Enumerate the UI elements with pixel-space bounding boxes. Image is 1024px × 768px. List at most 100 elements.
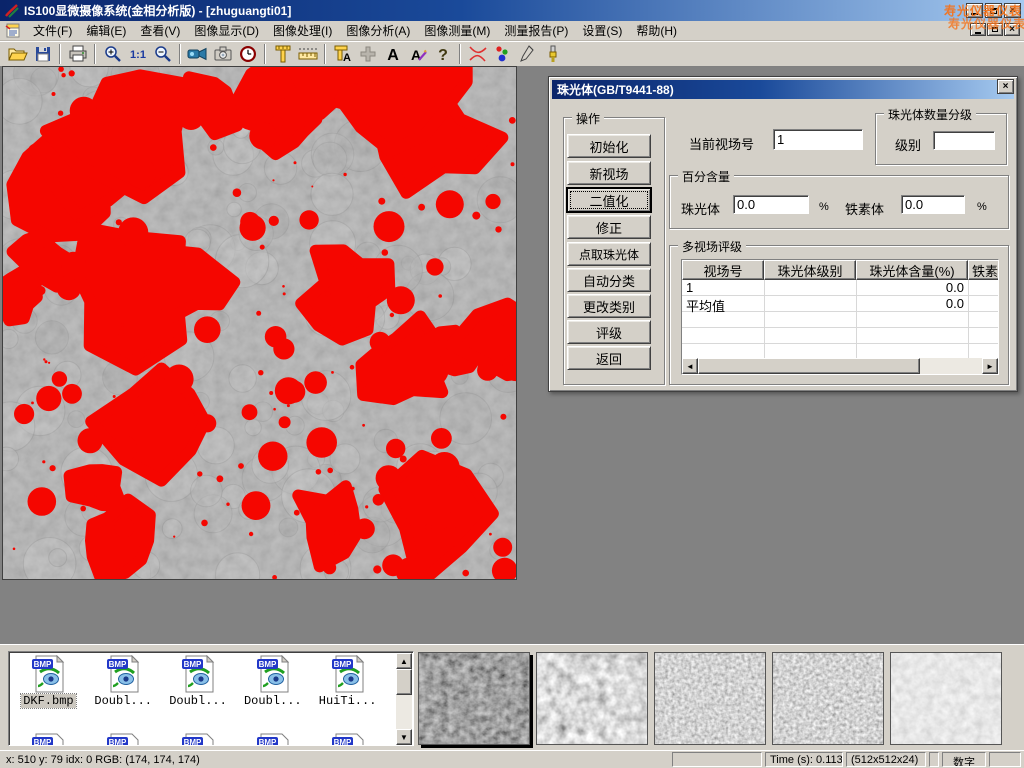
file-name[interactable]: Doubl... <box>242 694 304 708</box>
bmp-file-icon: BMP <box>181 655 215 693</box>
binarize-button[interactable]: 二值化 <box>567 188 651 212</box>
scroll-down-arrow[interactable]: ▼ <box>396 729 412 745</box>
toolbar-separator <box>264 44 266 64</box>
status-panel-empty2 <box>929 752 939 767</box>
return-button[interactable]: 返回 <box>567 346 651 370</box>
svg-text:A: A <box>343 52 351 64</box>
grading-group-label: 珠光体数量分级 <box>884 106 976 123</box>
thumbnail-1[interactable] <box>418 652 530 745</box>
grade-button[interactable]: 评级 <box>567 320 651 344</box>
ferrite-percent-sign: % <box>977 201 987 213</box>
file-browser[interactable]: BMP DKF.bmp BMP Doubl... BMP Doubl... <box>8 651 414 746</box>
scroll-up-arrow[interactable]: ▲ <box>396 653 412 669</box>
table-horizontal-scrollbar[interactable]: ◄ ► <box>682 358 998 374</box>
svg-text:BMP: BMP <box>109 738 127 746</box>
table-body[interactable]: 1 0.0 平均值 0.0 <box>682 280 998 360</box>
current-field-input[interactable] <box>773 129 863 150</box>
file-row-2: BMP BMP BMP BMP BMP <box>11 733 385 746</box>
menu-view[interactable]: 查看(V) <box>133 20 187 41</box>
draw-pen-icon[interactable] <box>515 43 540 65</box>
file-name[interactable]: Doubl... <box>167 694 229 708</box>
menu-edit[interactable]: 编辑(E) <box>79 20 133 41</box>
thumbnail-5[interactable] <box>890 652 1002 745</box>
scroll-thumb[interactable] <box>396 669 412 695</box>
correct-button[interactable]: 修正 <box>567 215 651 239</box>
svg-text:BMP: BMP <box>184 738 202 746</box>
file-vertical-scrollbar[interactable]: ▲ ▼ <box>396 653 412 745</box>
window-title: IS100显微摄像系统(金相分析版) - [zhuguangti01] <box>24 2 291 19</box>
edit-annotation-icon[interactable]: A <box>405 43 430 65</box>
thumbnail-4[interactable] <box>772 652 884 745</box>
operation-group-label: 操作 <box>572 110 604 127</box>
svg-text:BMP: BMP <box>333 660 351 669</box>
col-pearlite-pct[interactable]: 珠光体含量(%) <box>856 260 968 280</box>
level-input[interactable] <box>933 131 995 150</box>
file-item[interactable]: BMP Doubl... <box>86 655 161 708</box>
bmp-file-icon: BMP <box>256 655 290 693</box>
thumbnail-3[interactable] <box>654 652 766 745</box>
open-file-icon[interactable] <box>5 43 30 65</box>
menu-image-analysis[interactable]: 图像分析(A) <box>339 20 417 41</box>
caliper-measure-icon[interactable] <box>270 43 295 65</box>
col-field-number[interactable]: 视场号 <box>682 260 764 280</box>
dialog-close-button[interactable]: × <box>997 79 1014 94</box>
timer-clock-icon[interactable] <box>235 43 260 65</box>
change-class-button[interactable]: 更改类别 <box>567 294 651 318</box>
col-pearlite-level[interactable]: 珠光体级别 <box>764 260 856 280</box>
svg-text:BMP: BMP <box>258 660 276 669</box>
print-icon[interactable] <box>65 43 90 65</box>
file-item[interactable]: BMP HuiTi... <box>310 655 385 708</box>
ferrite-percent-input[interactable] <box>901 195 965 214</box>
metallographic-image-binarized[interactable] <box>2 66 517 580</box>
new-field-button[interactable]: 新视场 <box>567 161 651 185</box>
multi-field-table[interactable]: 视场号 珠光体级别 珠光体含量(%) 铁素体 1 0.0 平均值 0.0 ◄ ► <box>681 259 999 375</box>
fill-brush-icon[interactable] <box>540 43 565 65</box>
scroll-right-arrow[interactable]: ► <box>982 358 998 374</box>
video-capture-icon[interactable] <box>185 43 210 65</box>
menu-image-process[interactable]: 图像处理(I) <box>266 20 339 41</box>
ruler-measure-icon[interactable] <box>295 43 320 65</box>
multi-field-group-label: 多视场评级 <box>678 238 746 255</box>
row1-field: 1 <box>686 280 693 295</box>
menu-image-measure[interactable]: 图像测量(M) <box>417 20 497 41</box>
file-name[interactable]: Doubl... <box>92 694 154 708</box>
text-annotation-icon[interactable]: A <box>380 43 405 65</box>
dialog-title-bar[interactable]: 珠光体(GB/T9441-88) <box>552 80 1014 99</box>
pearlite-percent-input[interactable] <box>733 195 809 214</box>
curve-tool-icon[interactable] <box>465 43 490 65</box>
file-item[interactable]: BMP Doubl... <box>235 655 310 708</box>
toolbar-separator <box>459 44 461 64</box>
pick-pearlite-button[interactable]: 点取珠光体 <box>567 242 651 266</box>
col-ferrite[interactable]: 铁素体 <box>968 260 999 280</box>
initialize-button[interactable]: 初始化 <box>567 134 651 158</box>
file-item[interactable]: BMP DKF.bmp <box>11 655 86 708</box>
menu-measure-report[interactable]: 测量报告(P) <box>497 20 575 41</box>
file-item[interactable]: BMP Doubl... <box>161 655 236 708</box>
toolbar-separator <box>59 44 61 64</box>
auto-classify-button[interactable]: 自动分类 <box>567 268 651 292</box>
menu-image-display[interactable]: 图像显示(D) <box>187 20 266 41</box>
measure-label-icon[interactable]: A <box>330 43 355 65</box>
file-name[interactable]: HuiTi... <box>317 694 379 708</box>
menu-file[interactable]: 文件(F) <box>26 20 79 41</box>
zoom-out-icon[interactable] <box>150 43 175 65</box>
svg-text:?: ? <box>438 47 448 64</box>
zoom-in-icon[interactable] <box>100 43 125 65</box>
camera-capture-icon[interactable] <box>210 43 235 65</box>
grid-cross-icon[interactable] <box>355 43 380 65</box>
file-name[interactable]: DKF.bmp <box>21 694 75 708</box>
save-icon[interactable] <box>30 43 55 65</box>
help-icon[interactable]: ? <box>430 43 455 65</box>
current-field-label: 当前视场号 <box>689 134 754 153</box>
actual-size-icon[interactable]: 1:1 <box>125 43 150 65</box>
thumbnail-2[interactable] <box>536 652 648 745</box>
phase-classify-icon[interactable] <box>490 43 515 65</box>
menu-settings[interactable]: 设置(S) <box>575 20 629 41</box>
svg-text:BMP: BMP <box>184 660 202 669</box>
scroll-left-arrow[interactable]: ◄ <box>682 358 698 374</box>
svg-text:BMP: BMP <box>34 738 52 746</box>
menu-help[interactable]: 帮助(H) <box>629 20 684 41</box>
status-mode: 数字 <box>942 752 986 767</box>
svg-text:1:1: 1:1 <box>130 49 146 61</box>
scroll-thumb[interactable] <box>698 358 920 374</box>
